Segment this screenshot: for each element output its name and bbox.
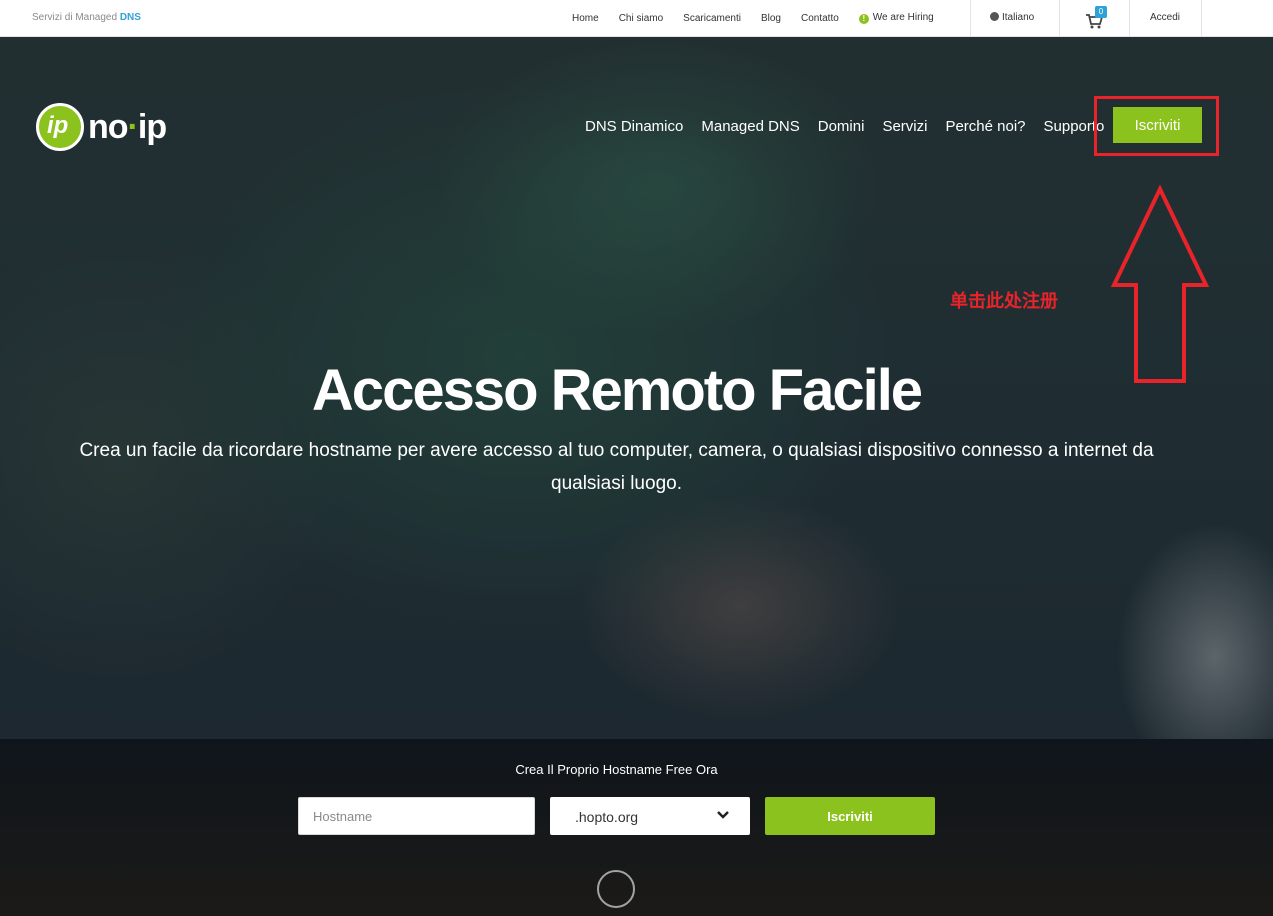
hero-subtitle: Crea un facile da ricordare hostname per… [79, 440, 1154, 494]
language-label: Italiano [1002, 12, 1035, 23]
globe-icon [990, 12, 999, 21]
top-link-downloads[interactable]: Scaricamenti [673, 13, 751, 24]
top-link-blog[interactable]: Blog [751, 13, 791, 24]
annotation-text: 单击此处注册 [950, 291, 1058, 311]
domain-select[interactable]: .hopto.org [550, 797, 750, 835]
logo-name-b: ip [137, 107, 167, 146]
top-link-contact[interactable]: Contatto [791, 13, 849, 24]
main-nav: DNS Dinamico Managed DNS Domini Servizi … [585, 118, 1122, 135]
info-icon: ! [858, 14, 869, 24]
divider [1129, 0, 1130, 36]
tagline-highlight: DNS [119, 12, 141, 23]
annotation-highlight-box [1094, 96, 1219, 156]
hero-section: ip no·ip DNS Dinamico Managed DNS Domini… [0, 37, 1273, 739]
strip-signup-button[interactable]: Iscriviti [765, 797, 935, 835]
nav-item-managed-dns[interactable]: Managed DNS [701, 118, 799, 135]
nav-item-why-us[interactable]: Perché noi? [945, 118, 1025, 135]
tagline: Servizi di Managed DNS [32, 12, 141, 23]
top-link-home[interactable]: Home [562, 13, 609, 24]
cart-count-badge: 0 [1095, 6, 1107, 18]
chevron-down-icon [717, 811, 729, 819]
hostname-signup-strip: Crea Il Proprio Hostname Free Ora .hopto… [0, 739, 1273, 916]
divider [970, 0, 971, 36]
logo-name-dot: · [127, 107, 139, 146]
hostname-input[interactable] [298, 797, 535, 835]
nav-item-services[interactable]: Servizi [882, 118, 927, 135]
annotation-up-arrow-icon [1110, 185, 1210, 383]
nav-item-dynamic-dns[interactable]: DNS Dinamico [585, 118, 683, 135]
tagline-prefix: Servizi di Managed [32, 12, 118, 23]
noip-logo[interactable]: ip no·ip [36, 103, 167, 151]
top-links: Home Chi siamo Scaricamenti Blog Contatt… [562, 0, 944, 36]
domain-select-value: .hopto.org [575, 809, 639, 825]
strip-title: Crea Il Proprio Hostname Free Ora [515, 762, 718, 777]
login-link[interactable]: Accedi [1150, 12, 1180, 23]
cart-button[interactable]: 0 [1085, 6, 1111, 29]
scroll-down-icon[interactable] [597, 870, 635, 908]
logo-mark: ip [36, 103, 84, 151]
divider [1201, 0, 1202, 36]
top-utility-bar: Servizi di Managed DNS Home Chi siamo Sc… [0, 0, 1273, 37]
logo-name-a: no [88, 107, 129, 146]
language-selector[interactable]: Italiano [990, 12, 1034, 23]
top-link-about[interactable]: Chi siamo [609, 13, 673, 24]
divider [1059, 0, 1060, 36]
hero-title: Accesso Remoto Facile [311, 358, 923, 423]
hiring-label: We are Hiring [872, 12, 934, 23]
nav-item-domains[interactable]: Domini [818, 118, 865, 135]
logo-mark-text: ip [47, 112, 69, 139]
top-link-hiring[interactable]: ! We are Hiring [849, 12, 944, 24]
logo-wordmark: no·ip [88, 107, 167, 147]
